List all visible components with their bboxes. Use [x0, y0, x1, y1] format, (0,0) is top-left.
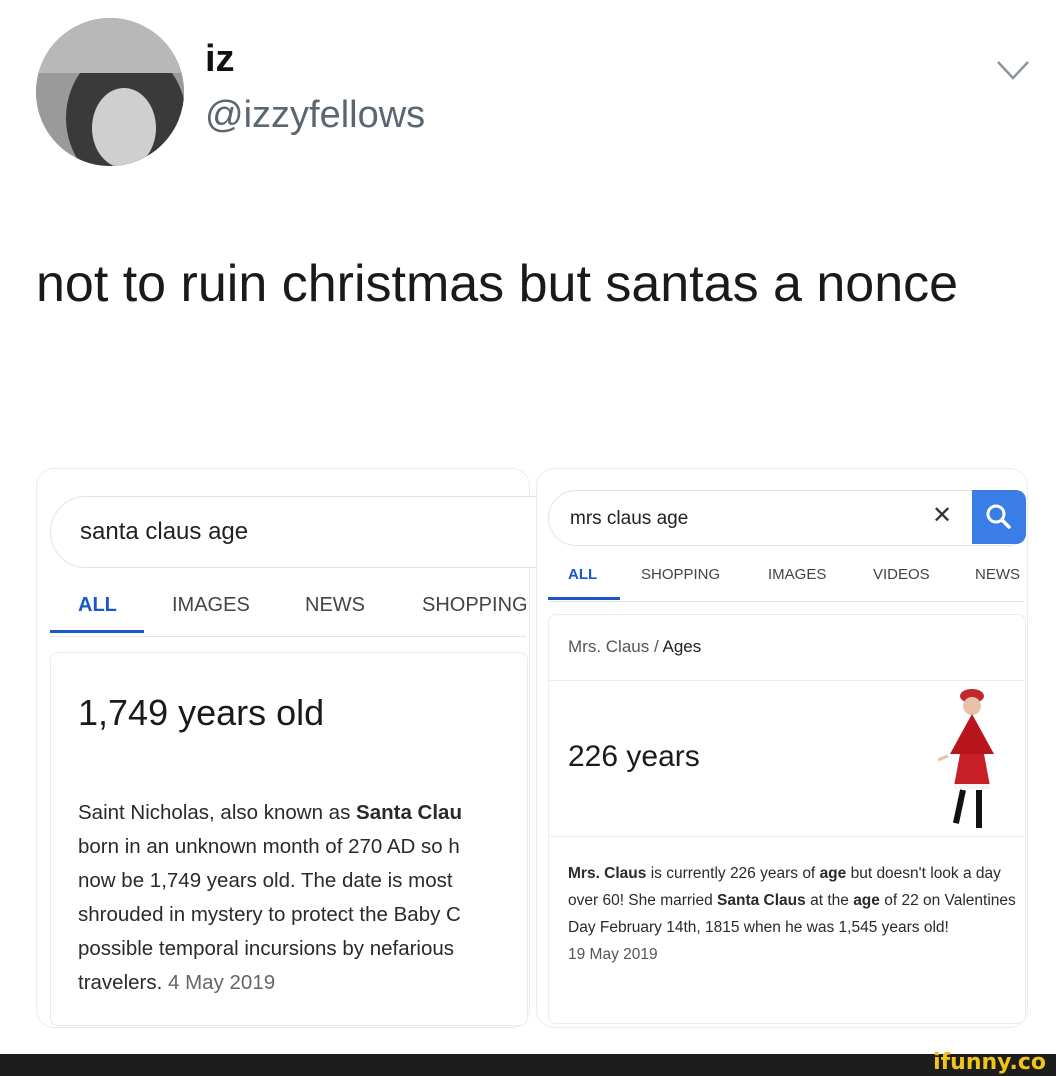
divider — [548, 601, 1024, 602]
footer-bar — [0, 1054, 1056, 1076]
snippet-bold: Mrs. Claus — [568, 865, 647, 882]
right-tab-shopping[interactable]: SHOPPING — [641, 566, 720, 583]
divider — [548, 836, 1024, 837]
breadcrumb-item[interactable]: Mrs. Claus — [568, 637, 649, 656]
mrs-claus-image[interactable] — [920, 684, 1020, 834]
snippet-line: now be 1,749 years old. The date is most — [78, 869, 453, 892]
left-date: 4 May 2019 — [168, 971, 276, 994]
snippet-line: born in an unknown month of 270 AD so h — [78, 835, 460, 858]
snippet-line: possible temporal incursions by nefariou… — [78, 937, 455, 960]
left-tab-shopping[interactable]: SHOPPING — [422, 594, 526, 617]
display-name[interactable]: iz — [205, 38, 235, 81]
left-snippet: Saint Nicholas, also known as Santa Clau… — [78, 796, 525, 1000]
breadcrumb-separator: / — [653, 637, 659, 656]
left-tab-news[interactable]: NEWS — [305, 594, 365, 617]
active-tab-indicator — [50, 630, 144, 633]
user-handle[interactable]: @izzyfellows — [205, 94, 425, 137]
divider — [50, 636, 526, 637]
snippet-text: Saint Nicholas, also known as — [78, 801, 357, 824]
snippet-text: is currently 226 years of — [646, 865, 820, 882]
right-snippet: Mrs. Claus is currently 226 years of age… — [568, 860, 1018, 968]
left-tab-all[interactable]: ALL — [78, 594, 117, 617]
avatar[interactable] — [36, 18, 184, 166]
left-tab-images[interactable]: IMAGES — [172, 594, 250, 617]
breadcrumb: Mrs. Claus / Ages — [568, 637, 701, 657]
avatar-image — [36, 18, 184, 166]
right-tab-all[interactable]: ALL — [568, 566, 597, 583]
right-answer: 226 years — [568, 740, 700, 773]
snippet-line: Saint Nicholas, also known as Santa Clau — [78, 796, 525, 830]
right-date: 19 May 2019 — [568, 946, 658, 963]
breadcrumb-item: Ages — [662, 637, 702, 656]
right-search-query[interactable]: mrs claus age — [570, 508, 688, 530]
right-tab-news[interactable]: NEWS — [975, 566, 1025, 583]
snippet-line: travelers. 4 May 2019 — [78, 966, 525, 1000]
search-icon — [986, 504, 1011, 529]
right-tab-videos[interactable]: VIDEOS — [873, 566, 930, 583]
snippet-bold: age — [819, 865, 847, 882]
snippet-line: shrouded in mystery to protect the Baby … — [78, 903, 461, 926]
search-button[interactable] — [972, 490, 1026, 544]
left-search-query[interactable]: santa claus age — [80, 518, 248, 546]
divider — [548, 680, 1024, 681]
snippet-text: at the — [805, 892, 854, 909]
snippet-bold: age — [853, 892, 880, 909]
left-answer: 1,749 years old — [78, 692, 325, 733]
chevron-down-icon[interactable] — [996, 58, 1030, 82]
tweet-text: not to ruin christmas but santas a nonce — [36, 255, 959, 313]
snippet-bold: Santa Clau — [356, 801, 462, 824]
close-icon[interactable]: ✕ — [930, 504, 954, 528]
active-tab-indicator — [548, 597, 620, 600]
ifunny-watermark: ifunny.co — [933, 1050, 1046, 1075]
snippet-text: travelers. — [78, 971, 168, 994]
snippet-bold: Santa Claus — [717, 892, 806, 909]
right-tab-images[interactable]: IMAGES — [768, 566, 826, 583]
